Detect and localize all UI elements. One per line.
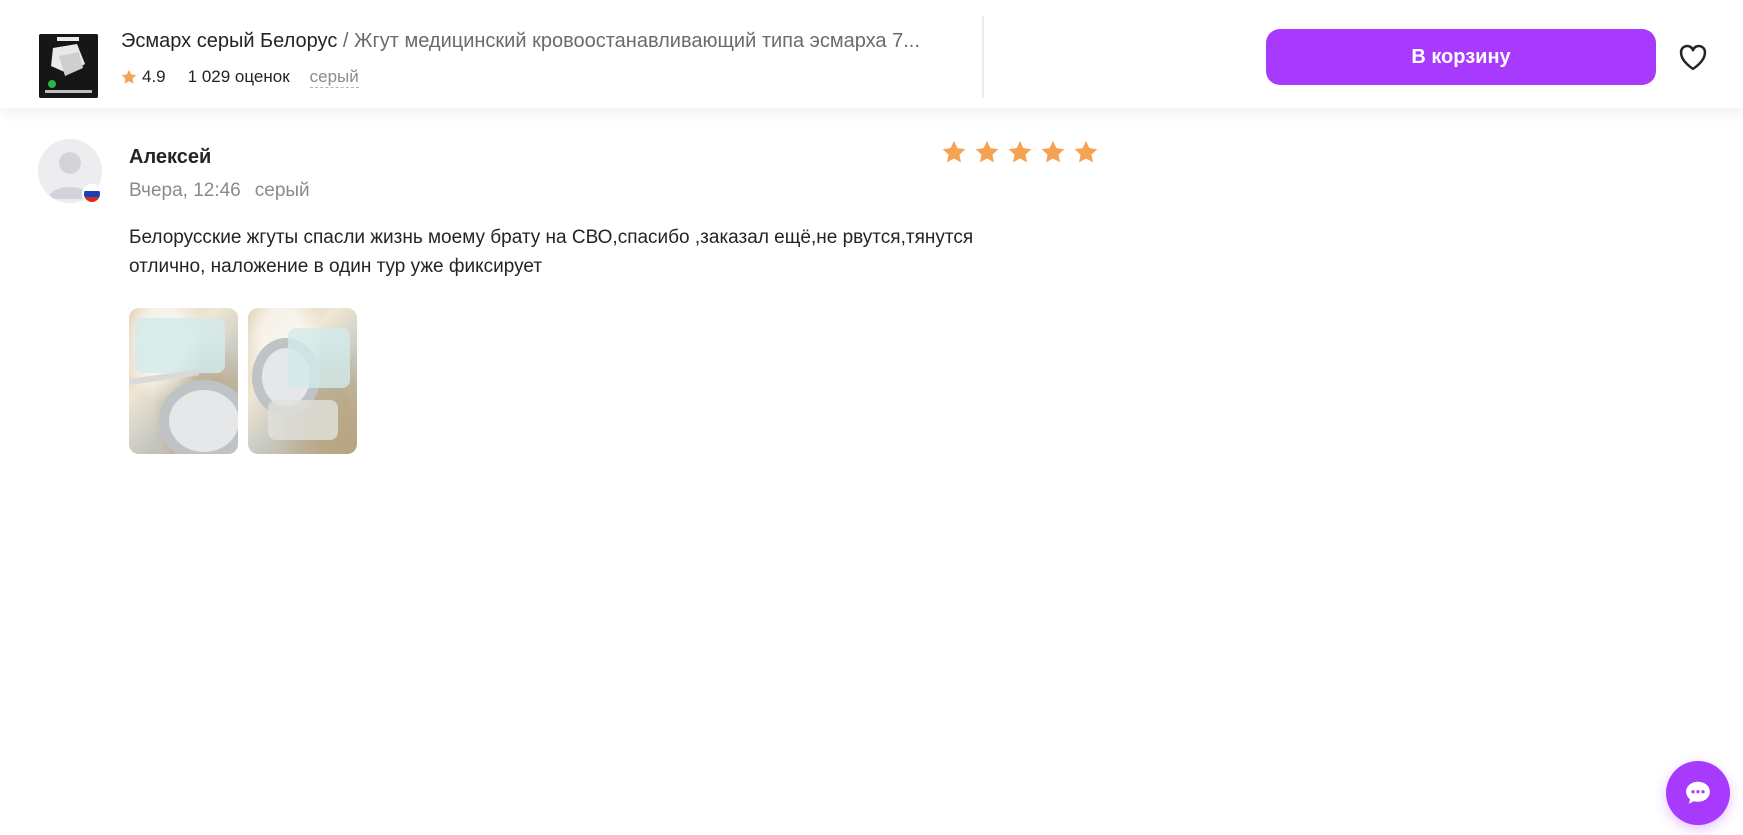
chat-button[interactable] (1666, 761, 1730, 825)
add-to-cart-button[interactable]: В корзину (1266, 29, 1656, 85)
chat-icon (1686, 781, 1710, 804)
product-rating: 4.9 (142, 67, 166, 86)
rating-count[interactable]: 1 029 оценок (188, 67, 290, 87)
review-photos (129, 308, 357, 454)
star-icon (942, 140, 966, 163)
product-name: Жгут медицинский кровоостанавливающий ти… (354, 30, 920, 52)
review-stars (940, 138, 1100, 166)
product-title[interactable]: Эсмарх серый Белорус / Жгут медицинский … (121, 28, 956, 54)
star-icon (1074, 140, 1098, 163)
review-text-line: Белорусские жгуты спасли жизнь моему бра… (129, 227, 974, 248)
review-variant: серый (254, 180, 310, 201)
review-photo[interactable] (248, 308, 357, 454)
product-meta: 4.9 1 029 оценок серый (120, 65, 359, 89)
heart-icon (1679, 44, 1707, 71)
star-icon (1041, 140, 1065, 163)
product-header: Эсмарх серый Белорус / Жгут медицинский … (0, 0, 1743, 108)
product-brand: Эсмарх серый Белорус (121, 30, 338, 52)
product-thumbnail[interactable] (39, 34, 98, 98)
star-icon (1008, 140, 1032, 163)
review-text: Белорусские жгуты спасли жизнь моему бра… (129, 223, 1069, 281)
header-divider (982, 16, 984, 98)
russia-flag-icon (82, 184, 102, 204)
star-icon (975, 140, 999, 163)
title-separator: / (337, 30, 354, 52)
color-selector[interactable]: серый (309, 67, 359, 88)
star-icon (121, 69, 137, 84)
review-text-line: отлично, наложение в один тур уже фиксир… (129, 256, 543, 277)
review-photo[interactable] (129, 308, 238, 454)
review-author: Алексей (129, 146, 212, 168)
review-date: Вчера, 12:46 (129, 180, 241, 201)
review-meta: Вчера, 12:46 серый (129, 180, 310, 202)
favorite-button[interactable] (1675, 39, 1711, 75)
